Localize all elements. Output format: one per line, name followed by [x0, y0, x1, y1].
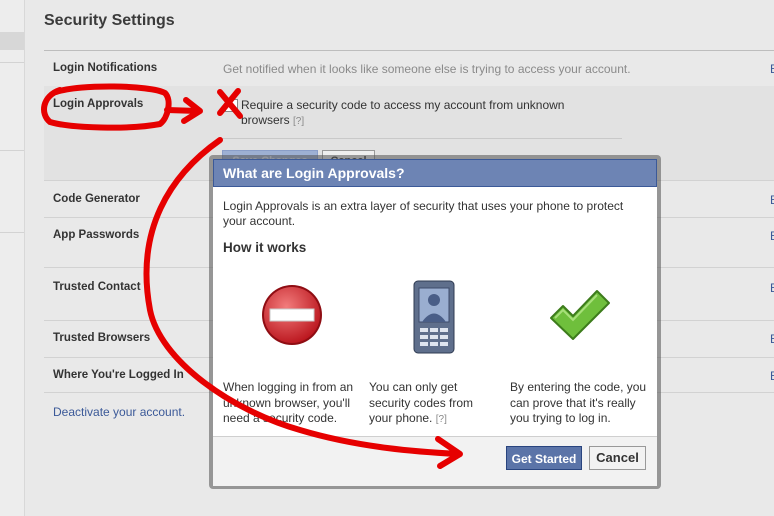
step-text-phone: You can only get security codes from you…	[369, 380, 497, 428]
how-it-works-heading: How it works	[223, 240, 307, 255]
settings-row-label: Code Generator	[53, 193, 140, 205]
phone-icon	[413, 280, 455, 354]
settings-row-description: Get notified when it looks like someone …	[223, 62, 631, 76]
settings-row-label: Where You're Logged In	[53, 369, 184, 381]
no-entry-icon	[262, 285, 322, 345]
left-nav-active-item[interactable]	[0, 32, 24, 50]
require-code-checkbox[interactable]	[225, 99, 238, 112]
settings-row-label: App Passwords	[53, 229, 140, 241]
left-nav-divider	[0, 232, 24, 233]
panel-divider	[222, 138, 622, 139]
login-approvals-dialog: What are Login Approvals? Login Approval…	[213, 159, 657, 486]
edit-link[interactable]: E	[770, 332, 774, 346]
get-started-button[interactable]: Get Started	[506, 446, 582, 470]
checkmark-icon	[550, 290, 610, 340]
settings-row-label: Trusted Browsers	[53, 332, 151, 344]
edit-link[interactable]: E	[770, 229, 774, 243]
page-title: Security Settings	[44, 12, 175, 29]
settings-row-label-login-approvals: Login Approvals	[53, 98, 144, 110]
left-nav-strip	[0, 0, 25, 516]
left-nav-divider	[0, 150, 24, 151]
edit-link[interactable]: E	[770, 193, 774, 207]
edit-link[interactable]: E	[770, 62, 774, 76]
edit-link[interactable]: E	[770, 369, 774, 383]
help-link[interactable]: [?]	[436, 414, 447, 425]
title-divider	[44, 50, 774, 51]
step-text-unknown-browser: When logging in from an unknown browser,…	[223, 380, 354, 425]
deactivate-account-link[interactable]: Deactivate your account.	[53, 405, 185, 419]
dialog-cancel-button[interactable]: Cancel	[589, 446, 646, 470]
checkbox-label-text: Require a security code to access my acc…	[241, 98, 565, 127]
step-text-enter-code: By entering the code, you can prove that…	[510, 380, 647, 425]
require-code-checkbox-label: Require a security code to access my acc…	[241, 98, 591, 129]
settings-row-label: Trusted Contact	[53, 281, 141, 293]
left-nav-divider	[0, 62, 24, 63]
dialog-title: What are Login Approvals?	[213, 159, 657, 187]
edit-link[interactable]: E	[770, 281, 774, 295]
dialog-intro: Login Approvals is an extra layer of sec…	[223, 199, 624, 228]
step-text-phone-body: You can only get security codes from you…	[369, 380, 474, 425]
help-link[interactable]: [?]	[293, 116, 304, 127]
settings-row-label: Login Notifications	[53, 62, 158, 74]
settings-row-login-notifications[interactable]: Login Notifications Get notified when it…	[44, 62, 774, 82]
